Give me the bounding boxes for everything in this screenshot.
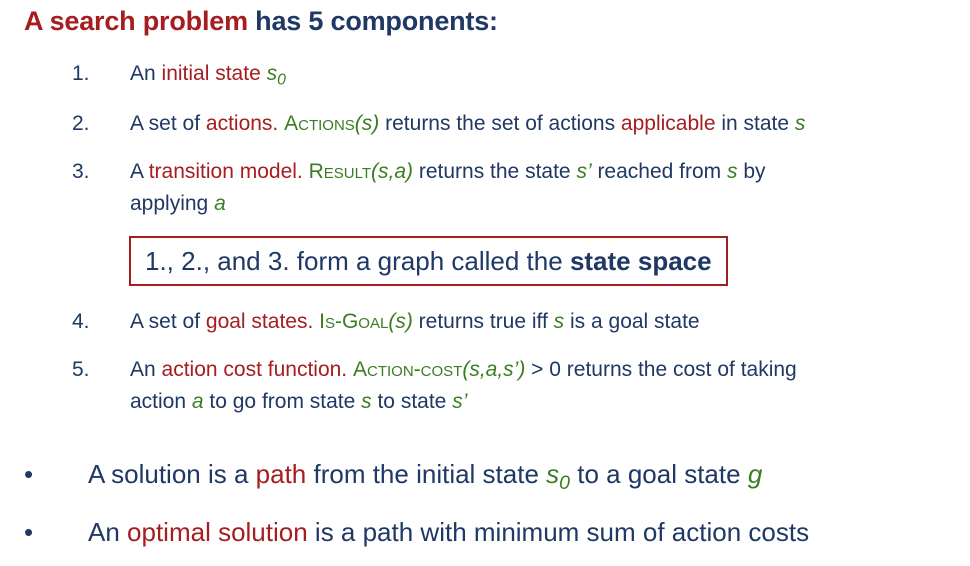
item-number: 5. — [72, 358, 90, 381]
text-run: A solution is a — [88, 459, 256, 489]
text-run: A — [130, 160, 149, 183]
var-a: a — [214, 192, 226, 215]
text-run: > 0 returns the cost of taking — [525, 358, 797, 381]
text-run: by — [737, 160, 766, 183]
term-goal-states: goal states. — [205, 310, 314, 333]
text-run: An — [130, 358, 162, 381]
text-run: in state — [715, 112, 795, 135]
var-g: g — [747, 459, 763, 489]
text-run: action — [130, 390, 192, 413]
func-actions: Actions — [284, 112, 355, 135]
text-run: to go from state — [203, 390, 362, 413]
slide-title: A search problem has 5 components: — [24, 6, 498, 37]
var-s: s — [361, 390, 372, 413]
callout-text: 1., 2., and 3. form a graph called the — [145, 246, 570, 276]
term-applicable: applicable — [620, 112, 716, 135]
text-run: returns the set of actions — [379, 112, 621, 135]
bullet-dot: • — [24, 459, 34, 489]
func-args: (s,a) — [371, 160, 414, 183]
text-run: returns the state — [413, 160, 577, 183]
func-args: (s) — [354, 112, 380, 135]
text-run: is a path with minimum sum of action cos… — [307, 517, 810, 547]
text-run: A set of — [130, 112, 206, 135]
term-initial-state: initial state — [161, 62, 261, 85]
text-run: returns true iff — [412, 310, 554, 333]
term-action-cost-function: action cost function. — [161, 358, 348, 381]
text-run: to state — [371, 390, 453, 413]
var-a: a — [191, 390, 204, 413]
func-args: (s) — [388, 310, 413, 333]
text-run: A set of — [130, 310, 206, 333]
func-result: Result — [308, 160, 372, 183]
item-text: A set of goal states. Is-Goal(s) returns… — [130, 306, 940, 338]
title-rest: has 5 components: — [247, 6, 498, 36]
item-text: An initial state s0 — [130, 58, 940, 90]
term-optimal-solution: optimal solution — [127, 517, 308, 547]
item-text: A transition model. Result(s,a) returns … — [130, 156, 940, 220]
text-run: is a goal state — [564, 310, 700, 333]
text-run: to a goal state — [570, 459, 748, 489]
state-space-callout: 1., 2., and 3. form a graph called the s… — [129, 236, 728, 286]
title-highlight: A search problem — [24, 6, 248, 36]
item-text: A set of actions. Actions(s) returns the… — [130, 108, 940, 140]
var-s: s — [727, 160, 738, 183]
var-subscript: 0 — [277, 71, 286, 89]
bullet-text: An optimal solution is a path with minim… — [88, 512, 809, 552]
var-s: s — [794, 112, 806, 135]
item-number: 3. — [72, 160, 90, 183]
var-s: s — [553, 310, 565, 333]
text-run: An — [88, 517, 128, 547]
callout-term: state space — [569, 246, 712, 276]
text-run: reached from — [591, 160, 728, 183]
text-run: applying — [130, 192, 215, 215]
bullet-dot: • — [24, 517, 34, 547]
term-path: path — [255, 459, 307, 489]
text-run: An — [130, 62, 162, 85]
item-number: 2. — [72, 112, 90, 135]
text-run: from the initial state — [306, 459, 547, 489]
item-text: An action cost function. Action-cost(s,a… — [130, 354, 940, 418]
var-s: s — [546, 459, 560, 489]
term-transition-model: transition model. — [148, 160, 303, 183]
term-actions: actions. — [205, 112, 279, 135]
var-subscript: 0 — [559, 471, 571, 494]
func-args: (s,a,s’) — [462, 358, 526, 381]
var-s-prime: s’ — [452, 390, 468, 413]
func-is-goal: Is-Goal — [319, 310, 389, 333]
var-s: s — [266, 62, 278, 85]
item-number: 1. — [72, 62, 90, 85]
var-s-prime: s’ — [576, 160, 592, 183]
item-number: 4. — [72, 310, 90, 333]
bullet-text: A solution is a path from the initial st… — [88, 454, 762, 494]
func-action-cost: Action-cost — [352, 358, 463, 381]
